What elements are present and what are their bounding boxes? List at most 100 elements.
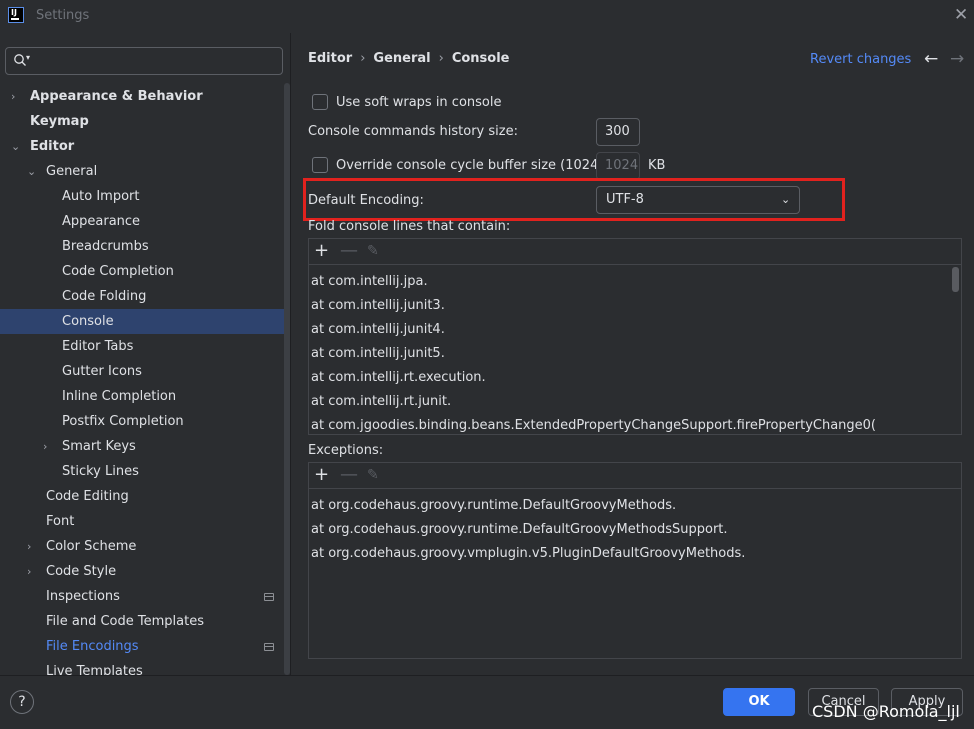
- sidebar-item[interactable]: Code Folding: [0, 284, 290, 309]
- sidebar-item-label: Inline Completion: [62, 389, 177, 404]
- search-icon: [14, 54, 26, 66]
- sidebar-item-label: Gutter Icons: [62, 364, 142, 379]
- sidebar-item[interactable]: Editor Tabs: [0, 334, 290, 359]
- sidebar-item[interactable]: Sticky Lines: [0, 459, 290, 484]
- sidebar-item-label: Appearance & Behavior: [30, 89, 203, 104]
- breadcrumb-separator: ›: [438, 51, 444, 66]
- history-size-input[interactable]: 300: [596, 118, 640, 146]
- exceptions-label: Exceptions:: [308, 443, 384, 458]
- sidebar-item-label: Code Completion: [62, 264, 174, 279]
- list-item[interactable]: at com.intellij.rt.junit.: [309, 390, 961, 414]
- sidebar-item[interactable]: ⌄ Editor: [0, 134, 290, 159]
- exceptions-toolbar: + — ✎: [309, 463, 961, 489]
- sidebar-item-label: Appearance: [62, 214, 141, 229]
- sidebar-item[interactable]: File Encodings: [0, 634, 290, 659]
- breadcrumb-console: Console: [451, 51, 510, 66]
- list-item[interactable]: at com.intellij.jpa.: [309, 270, 961, 294]
- edit-icon[interactable]: ✎: [367, 240, 379, 262]
- annotation-highlight-box: [303, 178, 845, 221]
- history-size-label: Console commands history size:: [308, 124, 518, 139]
- chevron-right-icon[interactable]: ›: [27, 534, 31, 559]
- sidebar-item[interactable]: ⌄ General: [0, 159, 290, 184]
- list-item[interactable]: at com.intellij.junit4.: [309, 318, 961, 342]
- sidebar-item-label: Postfix Completion: [62, 414, 184, 429]
- sidebar-item[interactable]: Auto Import: [0, 184, 290, 209]
- fold-lines-label: Fold console lines that contain:: [308, 219, 511, 234]
- chevron-right-icon[interactable]: ›: [43, 434, 47, 459]
- dialog-footer: ? OK Cancel Apply CSDN @Romola_ljl: [0, 675, 974, 729]
- cycle-buffer-checkbox[interactable]: [312, 157, 328, 173]
- cycle-buffer-input[interactable]: 1024: [596, 152, 640, 180]
- sidebar-item[interactable]: Inline Completion: [0, 384, 290, 409]
- fold-list-scrollbar[interactable]: [952, 267, 959, 292]
- list-item[interactable]: at org.codehaus.groovy.runtime.DefaultGr…: [309, 494, 961, 518]
- sidebar-item-label: Code Editing: [46, 489, 129, 504]
- sidebar-item-label: Code Folding: [62, 289, 147, 304]
- sidebar-item[interactable]: Code Completion: [0, 259, 290, 284]
- sidebar-item-label: Breadcrumbs: [62, 239, 149, 254]
- list-item[interactable]: at com.intellij.junit3.: [309, 294, 961, 318]
- chevron-down-icon[interactable]: ⌄: [27, 159, 36, 184]
- sidebar-item-label: Color Scheme: [46, 539, 137, 554]
- remove-icon[interactable]: —: [340, 240, 358, 262]
- fold-lines-list[interactable]: at com.intellij.jpa. at com.intellij.juni…: [309, 265, 961, 434]
- breadcrumb-separator: ›: [360, 51, 366, 66]
- chevron-right-icon[interactable]: ›: [11, 84, 15, 109]
- sidebar-item-label: File and Code Templates: [46, 614, 204, 629]
- revert-changes-link[interactable]: Revert changes: [810, 52, 911, 67]
- list-item[interactable]: at org.codehaus.groovy.runtime.DefaultGr…: [309, 518, 961, 542]
- sidebar-item-label: Smart Keys: [62, 439, 136, 454]
- soft-wraps-checkbox[interactable]: [312, 94, 328, 110]
- sidebar-item-label: Editor: [30, 139, 75, 154]
- sidebar-item-label: Console: [62, 314, 114, 329]
- list-item[interactable]: at org.codehaus.groovy.vmplugin.v5.Plugi…: [309, 542, 961, 566]
- sidebar-item[interactable]: Breadcrumbs: [0, 234, 290, 259]
- sidebar-item[interactable]: Console: [0, 309, 290, 334]
- close-icon[interactable]: ✕: [954, 5, 968, 25]
- sidebar-item[interactable]: › Code Style: [0, 559, 290, 584]
- soft-wraps-label: Use soft wraps in console: [336, 95, 502, 110]
- chevron-right-icon[interactable]: ›: [27, 559, 31, 584]
- sidebar-item[interactable]: › Color Scheme: [0, 534, 290, 559]
- sidebar-item-label: Code Style: [46, 564, 117, 579]
- add-icon[interactable]: +: [314, 240, 329, 262]
- sidebar-item-label: Keymap: [30, 114, 89, 129]
- breadcrumb-editor[interactable]: Editor: [308, 51, 352, 66]
- list-item[interactable]: at com.intellij.junit5.: [309, 342, 961, 366]
- csdn-watermark: CSDN @Romola_ljl: [812, 702, 960, 721]
- sidebar-item[interactable]: Code Editing: [0, 484, 290, 509]
- settings-sidebar: ▾ › Appearance & Behavior Keymap ⌄ Editor ⌄ Ge…: [0, 33, 290, 675]
- sidebar-item[interactable]: Postfix Completion: [0, 409, 290, 434]
- help-button[interactable]: ?: [10, 690, 34, 714]
- sidebar-item-label: General: [46, 164, 98, 179]
- ok-button[interactable]: OK: [723, 688, 795, 716]
- sidebar-item[interactable]: Appearance: [0, 209, 290, 234]
- list-item[interactable]: at com.intellij.rt.execution.: [309, 366, 961, 390]
- sidebar-item[interactable]: › Smart Keys: [0, 434, 290, 459]
- sidebar-item-label: File Encodings: [46, 639, 139, 654]
- title-bar: IJ Settings ✕: [0, 0, 974, 33]
- add-icon[interactable]: +: [314, 464, 329, 486]
- settings-search-input[interactable]: ▾: [5, 47, 283, 75]
- breadcrumb: Editor › General › Console: [308, 51, 509, 66]
- forward-arrow-icon[interactable]: →: [950, 49, 964, 69]
- project-scope-icon: [264, 593, 274, 601]
- project-scope-icon: [264, 643, 274, 651]
- breadcrumb-general[interactable]: General: [373, 51, 430, 66]
- sidebar-item[interactable]: Font: [0, 509, 290, 534]
- sidebar-item[interactable]: Keymap: [0, 109, 290, 134]
- edit-icon[interactable]: ✎: [367, 464, 379, 486]
- exceptions-list[interactable]: at org.codehaus.groovy.runtime.DefaultGr…: [309, 489, 961, 658]
- sidebar-item[interactable]: Live Templates: [0, 659, 290, 675]
- sidebar-item[interactable]: › Appearance & Behavior: [0, 84, 290, 109]
- search-dropdown-icon[interactable]: ▾: [26, 53, 30, 62]
- sidebar-item[interactable]: File and Code Templates: [0, 609, 290, 634]
- remove-icon[interactable]: —: [340, 464, 358, 486]
- sidebar-item[interactable]: Gutter Icons: [0, 359, 290, 384]
- sidebar-item[interactable]: Inspections: [0, 584, 290, 609]
- sidebar-item-label: Sticky Lines: [62, 464, 139, 479]
- fold-lines-toolbar: + — ✎: [309, 239, 961, 265]
- back-arrow-icon[interactable]: ←: [924, 49, 938, 69]
- list-item[interactable]: at com.jgoodies.binding.beans.ExtendedPr…: [309, 414, 961, 434]
- chevron-down-icon[interactable]: ⌄: [11, 134, 20, 159]
